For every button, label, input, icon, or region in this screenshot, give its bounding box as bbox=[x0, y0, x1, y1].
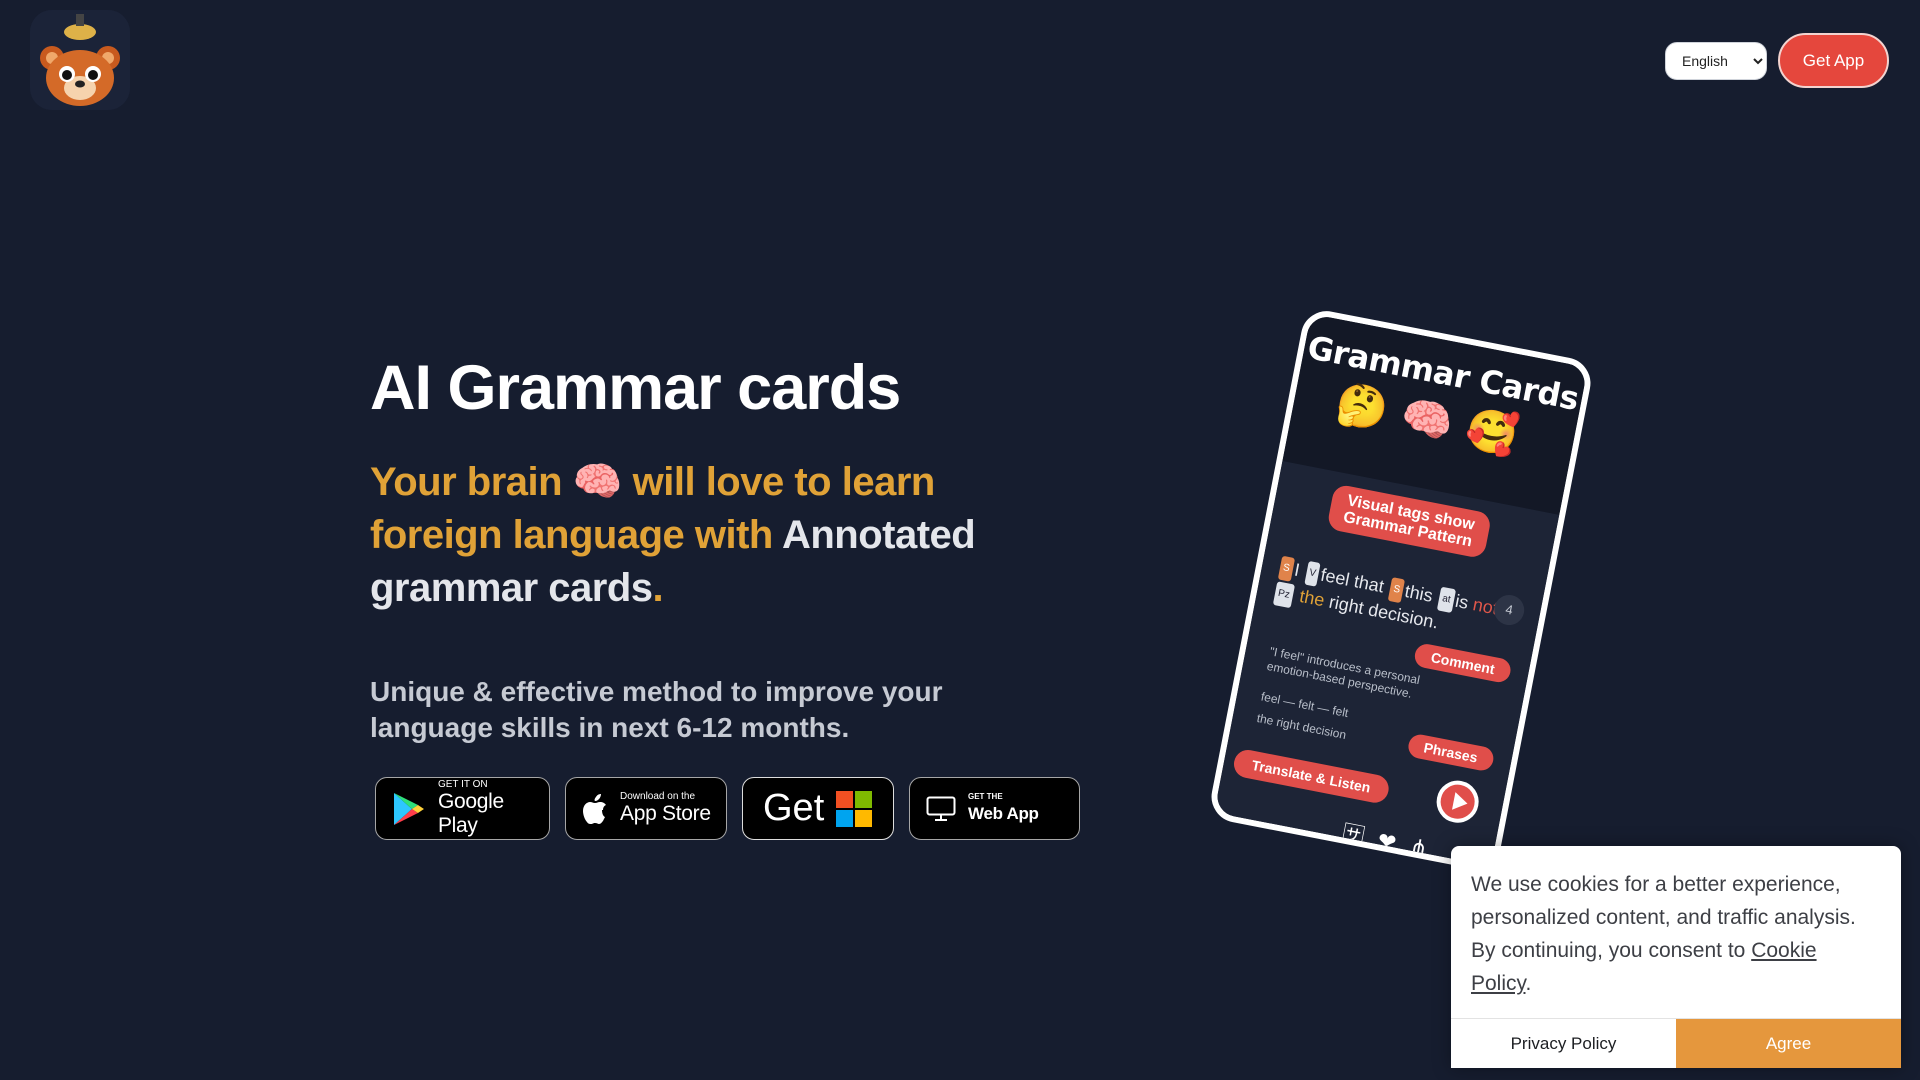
cookie-text: We use cookies for a better experience, … bbox=[1451, 846, 1901, 1018]
web-app-button[interactable]: GET THE Web App bbox=[909, 777, 1080, 840]
translate-icon: 🈂 bbox=[1340, 820, 1381, 852]
complement-tag-icon: Pz bbox=[1272, 580, 1295, 608]
language-select[interactable]: English bbox=[1665, 42, 1767, 80]
word-right: right bbox=[1327, 591, 1366, 619]
google-play-big-text: Google Play bbox=[437, 790, 504, 837]
get-app-button[interactable]: Get App bbox=[1778, 33, 1889, 88]
subtitle-dot: . bbox=[652, 566, 664, 610]
heart-icon: ❤ bbox=[1375, 827, 1413, 859]
app-store-small-text: Download on the bbox=[620, 791, 696, 802]
google-play-small-text: GET IT ON bbox=[437, 779, 488, 790]
cookie-actions: Privacy Policy Agree bbox=[1451, 1018, 1901, 1068]
microsoft-logo-icon bbox=[836, 790, 873, 827]
app-store-big-text: App Store bbox=[620, 802, 711, 825]
hero-subtitle: Your brain 🧠 will love to learn foreign … bbox=[370, 456, 1050, 615]
microsoft-store-button[interactable]: Get bbox=[742, 777, 894, 840]
phone-mockup: Grammar Cards 🤔🧠🥰 Visual tags show Gramm… bbox=[1207, 306, 1595, 874]
microsoft-get-text: Get bbox=[763, 787, 825, 829]
example-sentence: SI Vfeel that Sthis at is not Pz the righ… bbox=[1271, 554, 1526, 651]
cookie-banner: We use cookies for a better experience, … bbox=[1451, 846, 1901, 1068]
card-actions: 🈂❤⋔ bbox=[1340, 816, 1445, 867]
hero-description: Unique & effective method to improve you… bbox=[370, 676, 943, 743]
page-title: AI Grammar cards bbox=[370, 353, 901, 423]
privacy-policy-button[interactable]: Privacy Policy bbox=[1451, 1019, 1676, 1068]
phrases-tag: Phrases bbox=[1405, 732, 1496, 773]
google-play-icon bbox=[393, 792, 424, 825]
word-feel: feel bbox=[1318, 564, 1352, 590]
word-is: is bbox=[1453, 590, 1471, 613]
web-app-small-text: GET THE bbox=[968, 792, 1003, 801]
google-play-button[interactable]: GET IT ON Google Play bbox=[375, 777, 550, 840]
word-i: I bbox=[1292, 559, 1302, 581]
bear-logo-graphic bbox=[30, 10, 130, 110]
cookie-end: . bbox=[1525, 972, 1532, 995]
subtitle-part1: Your brain bbox=[370, 460, 563, 504]
phone-card: Visual tags show Grammar Pattern 4 SI Vf… bbox=[1211, 461, 1560, 874]
word-the: the bbox=[1297, 586, 1327, 611]
word-this: this bbox=[1403, 580, 1435, 606]
web-app-big-text: Web App bbox=[968, 804, 1039, 823]
monitor-icon bbox=[926, 796, 956, 821]
play-icon bbox=[1433, 777, 1483, 827]
share-icon: ⋔ bbox=[1407, 833, 1445, 865]
bear-logo-icon[interactable] bbox=[30, 10, 130, 110]
app-store-button[interactable]: Download on the App Store bbox=[565, 777, 727, 840]
brain-emoji-icon: 🧠 bbox=[572, 460, 623, 504]
agree-button[interactable]: Agree bbox=[1676, 1019, 1901, 1068]
translate-listen-tag: Translate & Listen bbox=[1231, 747, 1391, 805]
word-that: that bbox=[1352, 571, 1386, 597]
apple-icon bbox=[583, 793, 606, 824]
